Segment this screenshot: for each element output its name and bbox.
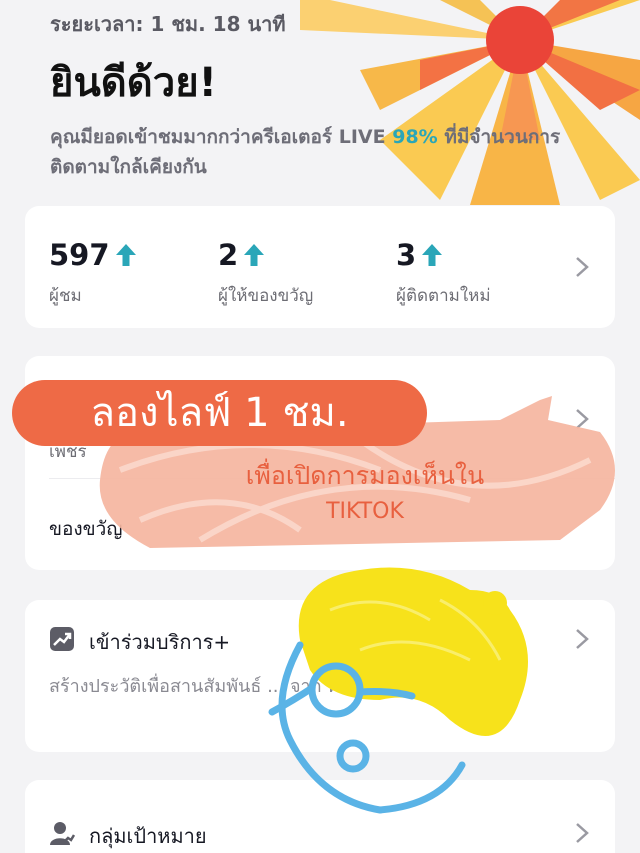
live-duration: ระยะเวลา: 1 ชม. 18 นาที bbox=[50, 12, 286, 36]
congrats-title: ยินดีด้วย! bbox=[50, 60, 217, 106]
stat-new-followers: 3 ผู้ติดตามใหม่ bbox=[396, 238, 491, 309]
join-service-title: เข้าร่วมบริการ+ bbox=[89, 630, 231, 654]
stat-value: 597 bbox=[49, 238, 110, 272]
summary-text: คุณมียอดเข้าชมมากกว่าครีเอเตอร์ LIVE 98%… bbox=[50, 122, 570, 182]
join-service-desc: สร้างประวัติเพื่อสานสัมพันธ์ ... จาก ทัก… bbox=[49, 676, 440, 697]
up-arrow-icon bbox=[244, 244, 265, 266]
stats-card[interactable]: 597 ผู้ชม 2 ผู้ให้ของขวัญ 3 ผู้ติดตามใหม… bbox=[25, 206, 615, 328]
bubble-caption-line1: เพื่อเปิดการมองเห็นใน bbox=[245, 461, 485, 490]
chevron-right-icon[interactable] bbox=[575, 822, 589, 844]
stat-label: ผู้ชม bbox=[49, 286, 82, 306]
target-audience-title: กลุ่มเป้าหมาย bbox=[89, 824, 207, 848]
up-arrow-icon bbox=[422, 244, 443, 266]
live-promo-text: ลองไลฟ์ 1 ชม. bbox=[90, 390, 349, 436]
up-arrow-icon bbox=[115, 244, 136, 266]
chevron-right-icon[interactable] bbox=[575, 628, 589, 650]
stat-value: 2 bbox=[218, 238, 239, 272]
join-service-card[interactable]: เข้าร่วมบริการ+ สร้างประวัติเพื่อสานสัมพ… bbox=[25, 600, 615, 752]
result-header: ระยะเวลา: 1 ชม. 18 นาที ยินดีด้วย! คุณมี… bbox=[50, 8, 590, 182]
chevron-right-icon[interactable] bbox=[575, 408, 589, 430]
target-audience-card[interactable]: กลุ่มเป้าหมาย bbox=[25, 780, 615, 853]
chevron-right-icon[interactable] bbox=[575, 256, 589, 278]
trend-chart-icon bbox=[50, 627, 74, 651]
stat-viewers: 597 ผู้ชม bbox=[49, 238, 136, 309]
stat-label: ผู้ติดตามใหม่ bbox=[396, 286, 491, 306]
gifts-label: ของขวัญ bbox=[49, 518, 123, 540]
summary-percent: 98% bbox=[392, 126, 438, 148]
bubble-caption-brand: TIKTOK bbox=[326, 499, 404, 524]
stat-label: ผู้ให้ของขวัญ bbox=[218, 286, 314, 306]
summary-pre: คุณมียอดเข้าชมมากกว่าครีเอเตอร์ LIVE bbox=[50, 126, 393, 148]
stat-value: 3 bbox=[396, 238, 417, 272]
bubble-caption: เพื่อเปิดการมองเห็นใน TIKTOK bbox=[150, 458, 580, 530]
stat-gifters: 2 ผู้ให้ของขวัญ bbox=[218, 238, 313, 309]
audience-icon bbox=[50, 822, 75, 845]
